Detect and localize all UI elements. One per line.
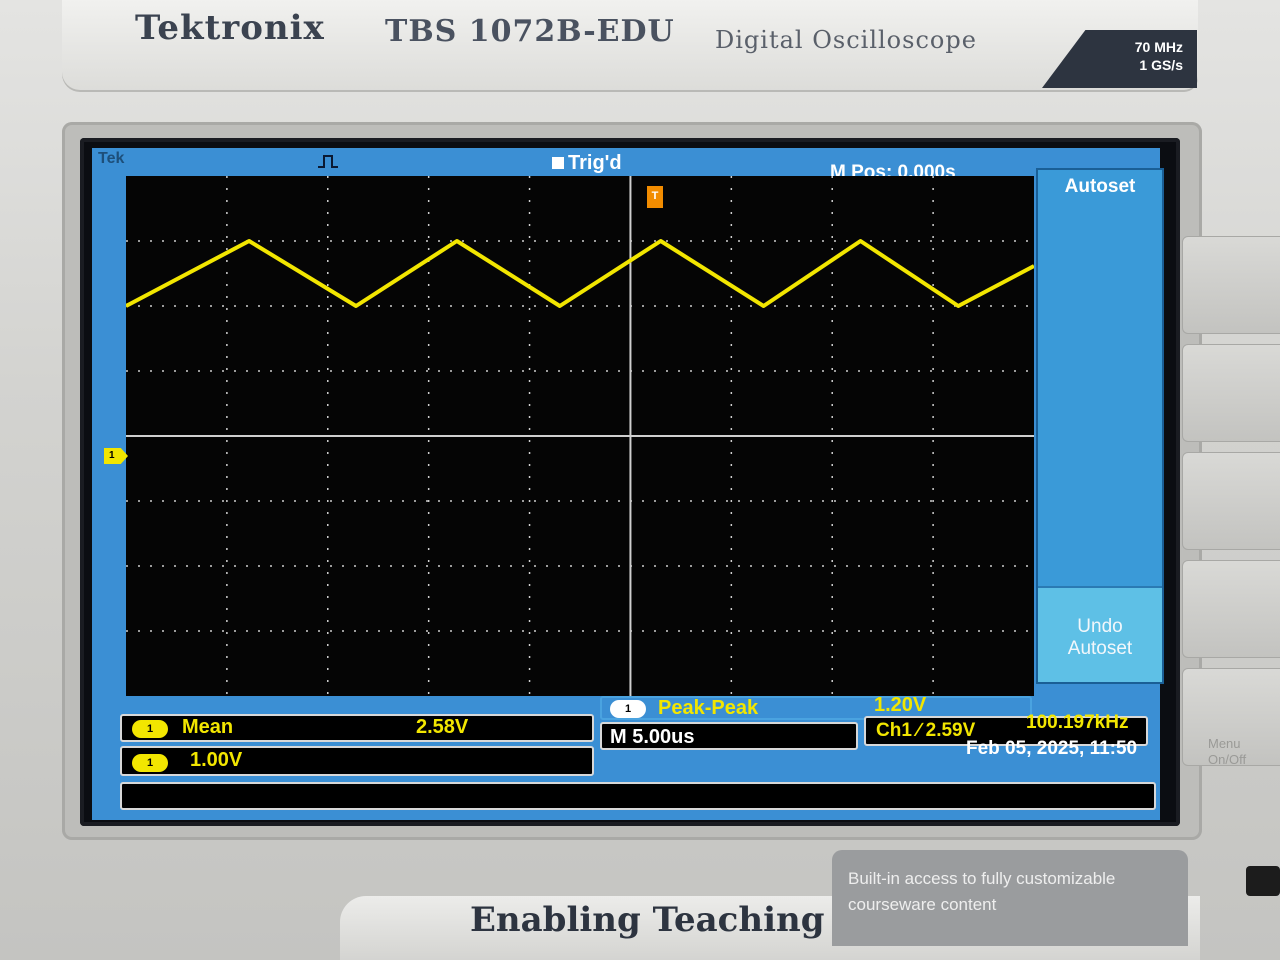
mean-channel-badge: 1: [132, 720, 168, 738]
datetime-readout: Feb 05, 2025, 11:50: [966, 738, 1138, 759]
side-button-3[interactable]: [1182, 452, 1280, 550]
courseware-text: Built-in access to fully customizable co…: [848, 869, 1116, 914]
graticule: [126, 176, 1034, 696]
slogan: Enabling Teaching: [470, 900, 825, 940]
model-name: TBS 1072B-EDU: [385, 14, 675, 49]
mean-label: Mean: [182, 716, 234, 738]
message-bar: [120, 782, 1156, 810]
trigger-level-readout: Ch1 ∕ 2.59V: [876, 720, 976, 741]
acquisition-pulse-icon: [318, 155, 338, 168]
trigger-status: Trig'd: [568, 152, 622, 174]
side-button-2[interactable]: [1182, 344, 1280, 442]
autoset-menu-item[interactable]: Autoset: [1038, 176, 1162, 198]
usb-port: [1246, 866, 1280, 896]
menu-on-off-label: Menu On/Off: [1208, 736, 1247, 767]
lcd-display: Tek Trig'd M Pos: 0.000s 1 T Autoset Und…: [92, 148, 1164, 820]
peak-peak-label: Peak-Peak: [658, 697, 759, 719]
side-button-4[interactable]: [1182, 560, 1280, 658]
ch1-scale-badge: 1: [132, 754, 168, 772]
spec-bandwidth: 70 MHz: [1134, 39, 1183, 55]
trigger-status-icon: [552, 157, 564, 169]
brand-logo: Tektronix: [135, 8, 325, 48]
side-menu-panel: Autoset Undo Autoset: [1036, 168, 1164, 684]
mean-value: 2.58V: [416, 716, 469, 738]
ch1-scale-readout: 1.00V: [190, 749, 243, 771]
tek-label: Tek: [98, 150, 125, 167]
frequency-readout: 100.197kHz: [1026, 712, 1129, 733]
ch1-waveform-trace: [126, 239, 1034, 308]
trigger-position-marker[interactable]: T: [647, 186, 663, 208]
undo-autoset-label-1: Undo: [1077, 616, 1123, 637]
side-button-1[interactable]: [1182, 236, 1280, 334]
spec-sample-rate: 1 GS/s: [1139, 57, 1183, 73]
undo-autoset-menu-item[interactable]: Undo Autoset: [1038, 586, 1162, 682]
waveform-display: [126, 176, 1034, 696]
timebase-readout: M 5.00us: [610, 726, 695, 748]
peak-peak-value: 1.20V: [874, 694, 927, 716]
device-description: Digital Oscilloscope: [715, 26, 977, 54]
readout-area: 1 Peak-Peak 1.20V 1 Mean 2.58V M 5.00us …: [92, 694, 1160, 820]
status-bar: Tek Trig'd M Pos: 0.000s: [92, 148, 1160, 183]
ch1-ground-marker[interactable]: 1: [104, 448, 128, 464]
undo-autoset-label-2: Autoset: [1067, 638, 1133, 659]
peak-peak-channel-badge: 1: [610, 700, 646, 718]
